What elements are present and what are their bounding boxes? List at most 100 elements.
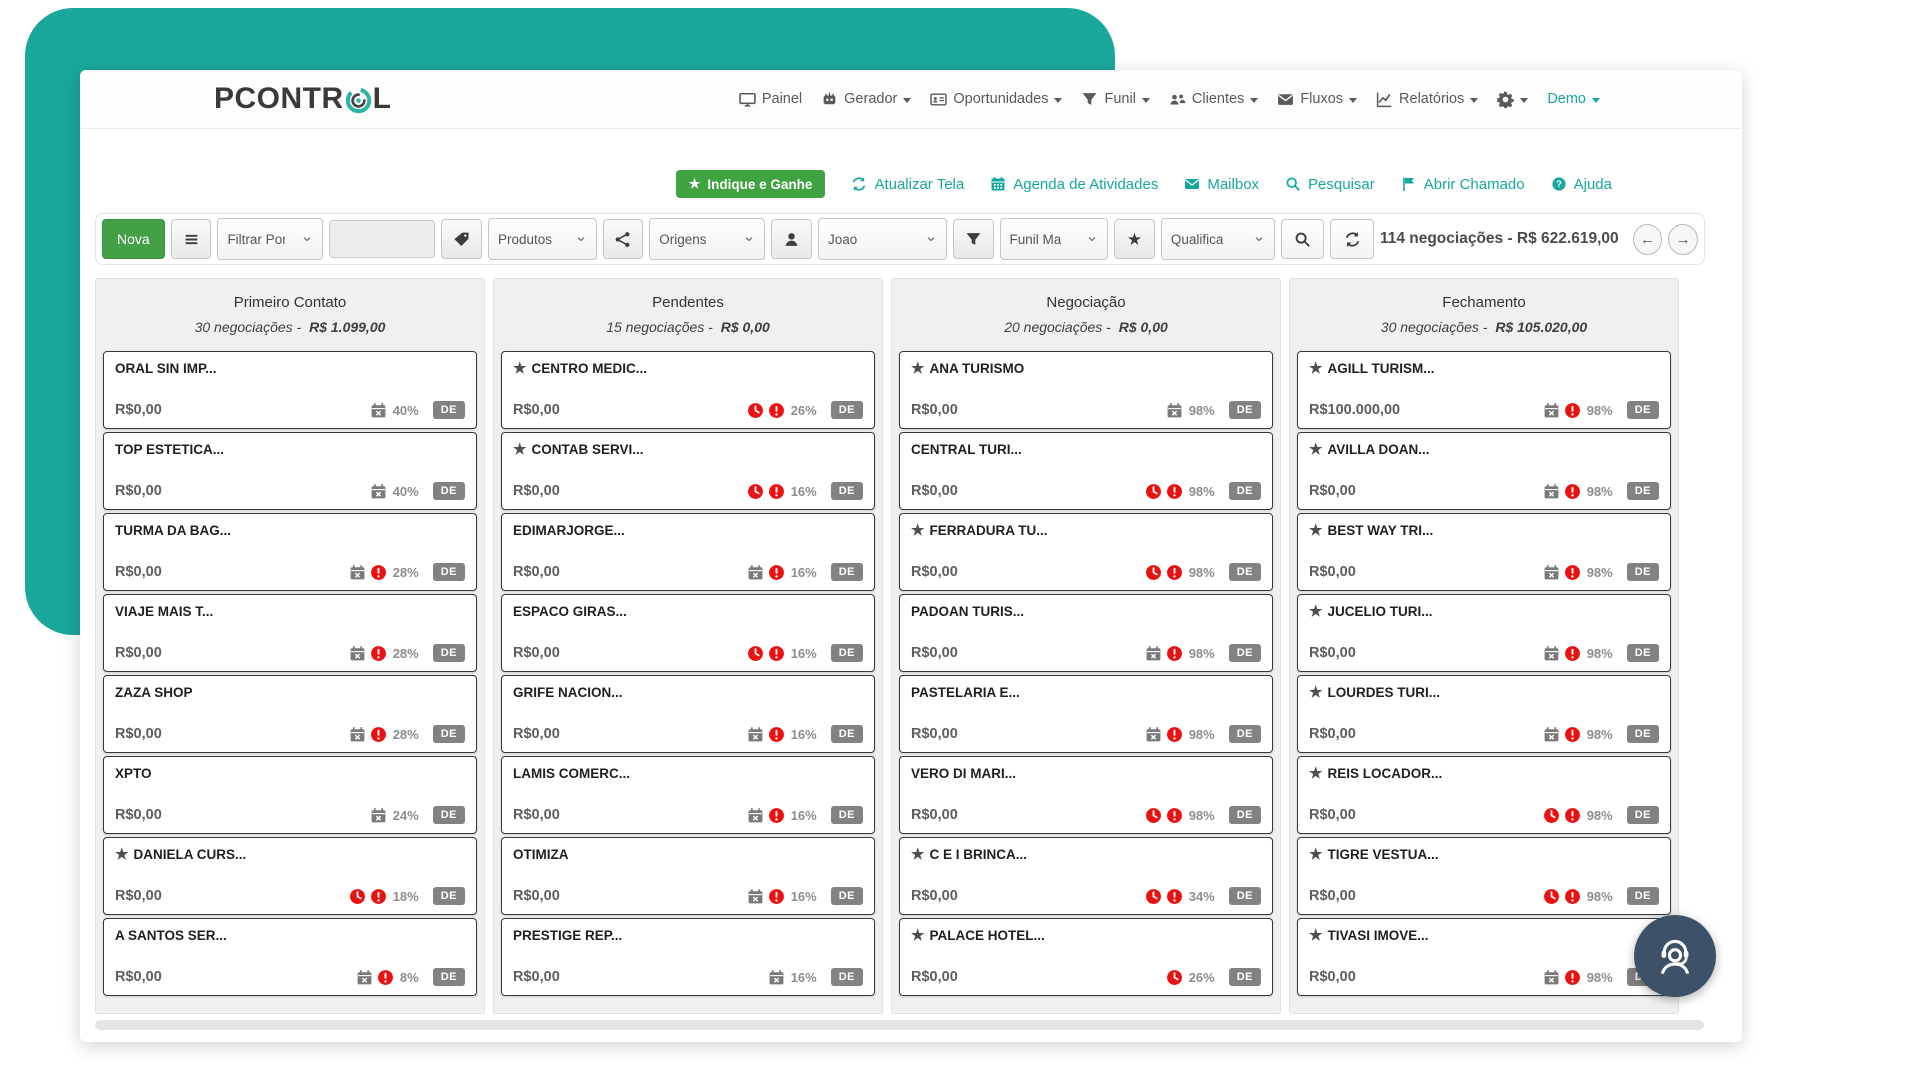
next-page-button[interactable]: → (1668, 224, 1698, 255)
brand-logo[interactable]: PCONTR L (214, 82, 392, 116)
refresh-button[interactable] (1330, 219, 1374, 259)
deal-card[interactable]: A SANTOS SER...R$0,008%DE (103, 918, 477, 996)
deal-card[interactable]: GRIFE NACION...R$0,0016%DE (501, 675, 875, 753)
deal-value: R$0,00 (513, 888, 743, 904)
calendar-icon (349, 726, 366, 743)
favorite-star-icon: ★ (1309, 928, 1322, 943)
deal-card[interactable]: ZAZA SHOPR$0,0028%DE (103, 675, 477, 753)
clock-icon (747, 645, 764, 662)
nav-item-oportunidades[interactable]: Oportunidades (930, 91, 1062, 108)
deal-card[interactable]: LAMIS COMERC...R$0,0016%DE (501, 756, 875, 834)
action-link-atualizar-tela[interactable]: Atualizar Tela (851, 176, 964, 193)
action-link-abrir-chamado[interactable]: Abrir Chamado (1401, 176, 1525, 193)
nav-item-fluxos[interactable]: Fluxos (1277, 91, 1357, 108)
column-header: Negociação 20 negociações - R$ 0,00 (892, 279, 1280, 346)
chevron-down-icon (1250, 98, 1258, 103)
nav-item-painel[interactable]: Painel (739, 91, 802, 108)
qualification-select[interactable]: Qualifica (1161, 218, 1275, 260)
deal-name: TIVASI IMOVE... (1327, 928, 1428, 943)
qualification-filter-button[interactable]: ★ (1114, 219, 1155, 259)
deal-card[interactable]: ★BEST WAY TRI...R$0,0098%DE (1297, 513, 1671, 591)
deal-card[interactable]: ESPACO GIRAS...R$0,0016%DE (501, 594, 875, 672)
column-header: Fechamento 30 negociações - R$ 105.020,0… (1290, 279, 1678, 346)
deal-card[interactable]: ★AGILL TURISM... R$100.000,0098%DE (1297, 351, 1671, 429)
deal-name: PALACE HOTEL... (929, 928, 1044, 943)
user-filter-button[interactable] (771, 219, 812, 259)
deal-card[interactable]: ★C E I BRINCA...R$0,0034%DE (899, 837, 1273, 915)
new-deal-button[interactable]: Nova (102, 219, 165, 259)
prev-page-button[interactable]: ← (1633, 224, 1663, 255)
deal-meta-row: R$0,008%DE (115, 968, 465, 986)
deal-card[interactable]: VERO DI MARI...R$0,0098%DE (899, 756, 1273, 834)
probability-percent: 26% (1189, 970, 1215, 985)
deal-meta-row: R$100.000,0098%DE (1309, 401, 1659, 419)
probability-percent: 98% (1587, 565, 1613, 580)
search-button[interactable] (1281, 219, 1325, 259)
clock-icon (1145, 564, 1162, 581)
kanban-board: Primeiro Contato 30 negociações - R$ 1.0… (95, 278, 1742, 1014)
deal-card[interactable]: ★ANA TURISMOR$0,0098%DE (899, 351, 1273, 429)
action-link-agenda-de-atividades[interactable]: Agenda de Atividades (990, 176, 1158, 193)
probability-percent: 98% (1587, 808, 1613, 823)
deal-card[interactable]: ★AVILLA DOAN...R$0,0098%DE (1297, 432, 1671, 510)
indique-e-ganhe-button[interactable]: ★ Indique e Ganhe (676, 170, 826, 198)
deal-card[interactable]: ★CENTRO MEDIC...R$0,0026%DE (501, 351, 875, 429)
share-origins-button[interactable] (603, 219, 644, 259)
deal-card[interactable]: ★PALACE HOTEL...R$0,0026%DE (899, 918, 1273, 996)
deal-card[interactable]: TURMA DA BAG...R$0,0028%DE (103, 513, 477, 591)
deal-card[interactable]: ★DANIELA CURS...R$0,0018%DE (103, 837, 477, 915)
products-select[interactable]: Produtos (488, 218, 597, 260)
funnel-select[interactable]: Funil Ma (1000, 218, 1109, 260)
probability-percent: 28% (393, 727, 419, 742)
deal-meta-row: R$0,0098%DE (1309, 968, 1659, 986)
deal-card[interactable]: ★TIGRE VESTUA...R$0,0098%DE (1297, 837, 1671, 915)
action-link-pesquisar[interactable]: Pesquisar (1285, 176, 1375, 193)
deal-card[interactable]: ★FERRADURA TU...R$0,0098%DE (899, 513, 1273, 591)
deal-card[interactable]: PRESTIGE REP...R$0,0016%DE (501, 918, 875, 996)
nav-item-funil[interactable]: Funil (1081, 91, 1149, 108)
action-link-label: Pesquisar (1308, 176, 1375, 193)
calendar-icon (1145, 645, 1162, 662)
funnel-filter-button[interactable] (953, 219, 994, 259)
owner-badge: DE (1229, 725, 1261, 743)
deal-card[interactable]: ★ TIVASI IMOVE... R$0,0098%DE (1297, 918, 1671, 996)
nav-item-relatorios[interactable]: Relatórios (1376, 91, 1478, 108)
deal-card[interactable]: ★CONTAB SERVI...R$0,0016%DE (501, 432, 875, 510)
deal-card[interactable]: PASTELARIA E...R$0,0098%DE (899, 675, 1273, 753)
deal-card[interactable]: OTIMIZAR$0,0016%DE (501, 837, 875, 915)
action-link-ajuda[interactable]: ?Ajuda (1551, 176, 1612, 193)
probability-percent: 8% (400, 970, 419, 985)
deal-card[interactable]: VIAJE MAIS T...R$0,0028%DE (103, 594, 477, 672)
flag-icon (1401, 176, 1417, 192)
tags-filter-button[interactable] (441, 219, 482, 259)
horizontal-scrollbar[interactable] (95, 1020, 1704, 1030)
nav-item-clientes[interactable]: Clientes (1169, 91, 1258, 108)
deal-title-row: ★AGILL TURISM... (1309, 361, 1659, 376)
search-term-input[interactable] (329, 220, 435, 258)
user-select[interactable]: Joao (818, 218, 947, 260)
deal-card[interactable]: XPTOR$0,0024%DE (103, 756, 477, 834)
filter-by-select[interactable]: Filtrar Por (217, 218, 323, 260)
menu-toggle-button[interactable] (171, 219, 212, 259)
alert-icon (1564, 645, 1581, 662)
deal-card[interactable]: PADOAN TURIS...R$0,0098%DE (899, 594, 1273, 672)
deal-value: R$0,00 (513, 969, 764, 985)
action-link-mailbox[interactable]: Mailbox (1184, 176, 1259, 193)
deal-title-row: PASTELARIA E... (911, 685, 1261, 700)
deal-value: R$0,00 (1309, 807, 1539, 823)
deal-card[interactable]: ORAL SIN IMP...R$0,0040%DE (103, 351, 477, 429)
nav-item-gerador[interactable]: Gerador (821, 91, 911, 108)
nav-item-demo[interactable]: Demo (1547, 91, 1600, 107)
support-chat-button[interactable] (1634, 915, 1716, 997)
deal-card[interactable]: TOP ESTETICA...R$0,0040%DE (103, 432, 477, 510)
origins-select[interactable]: Origens (649, 218, 765, 260)
deal-card[interactable]: ★REIS LOCADOR...R$0,0098%DE (1297, 756, 1671, 834)
deal-card[interactable]: CENTRAL TURI...R$0,0098%DE (899, 432, 1273, 510)
deal-card[interactable]: ★JUCELIO TURI...R$0,0098%DE (1297, 594, 1671, 672)
nav-item-configuracoes[interactable] (1497, 91, 1528, 108)
deal-card[interactable]: ★LOURDES TURI...R$0,0098%DE (1297, 675, 1671, 753)
owner-badge: DE (831, 644, 863, 662)
chevron-down-icon (903, 98, 911, 103)
nav-item-label: Gerador (844, 91, 897, 107)
deal-card[interactable]: EDIMARJORGE...R$0,0016%DE (501, 513, 875, 591)
